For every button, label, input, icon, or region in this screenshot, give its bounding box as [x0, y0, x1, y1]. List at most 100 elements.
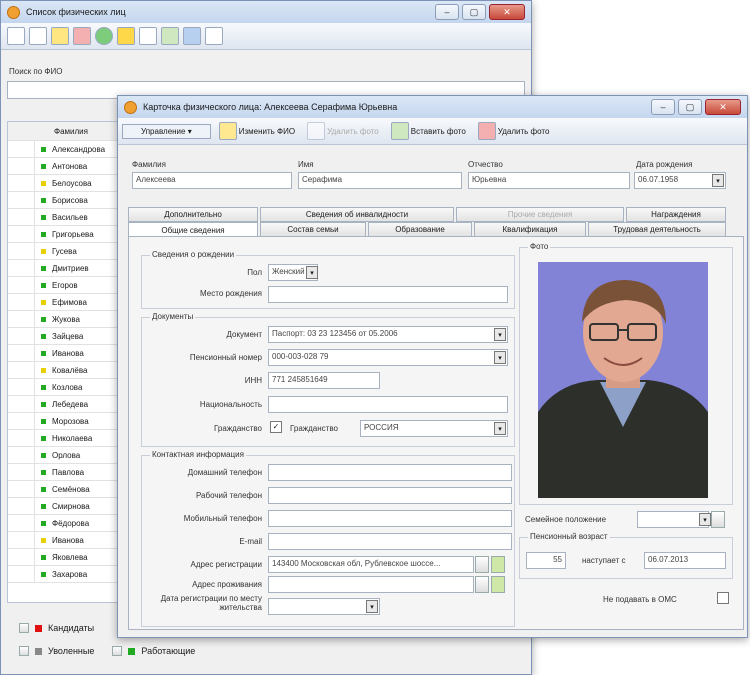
row-selector[interactable]: [8, 175, 35, 191]
actions-menu[interactable]: Управление ▾: [122, 123, 211, 139]
marital-status-clear-button[interactable]: [711, 511, 725, 528]
sex-dropdown[interactable]: ▾: [306, 266, 318, 279]
row-selector[interactable]: [8, 226, 35, 242]
row-selector[interactable]: [8, 532, 35, 548]
retirement-date-field[interactable]: 06.07.2013: [644, 552, 726, 569]
row-selector[interactable]: [8, 328, 35, 344]
delete-photo-button[interactable]: Удалить фото: [498, 127, 550, 136]
row-selector[interactable]: [8, 498, 35, 514]
document-field[interactable]: Паспорт: 03 23 123456 от 05.2006: [268, 326, 508, 343]
minimize-button[interactable]: ‒: [435, 4, 459, 20]
reg-address-clear-button[interactable]: [475, 556, 489, 573]
close-button[interactable]: ✕: [489, 4, 525, 20]
country-field[interactable]: РОССИЯ: [360, 420, 508, 437]
tab-bottom-0[interactable]: Общие сведения: [128, 222, 258, 237]
row-selector[interactable]: [8, 192, 35, 208]
users-icon[interactable]: [183, 27, 201, 45]
row-selector[interactable]: [8, 243, 35, 259]
row-selector[interactable]: [8, 413, 35, 429]
reg-address-edit-icon[interactable]: [491, 556, 505, 573]
home-phone-field[interactable]: [268, 464, 512, 481]
birth-date-dropdown[interactable]: ▾: [712, 174, 724, 187]
filter-icon[interactable]: [117, 27, 135, 45]
oms-label: Не подавать в ОМС: [603, 595, 677, 604]
tab-top-1[interactable]: Сведения об инвалидности: [260, 207, 454, 222]
maximize-button[interactable]: ▢: [462, 4, 486, 20]
export-icon[interactable]: [161, 27, 179, 45]
row-selector[interactable]: [8, 464, 35, 480]
legend-checkbox[interactable]: [19, 646, 29, 656]
mobile-phone-field[interactable]: [268, 510, 512, 527]
row-selector[interactable]: [8, 294, 35, 310]
row-selector[interactable]: [8, 260, 35, 276]
row-selector[interactable]: [8, 277, 35, 293]
row-selector[interactable]: [8, 141, 35, 157]
row-selector[interactable]: [8, 549, 35, 565]
edit-icon[interactable]: [51, 27, 69, 45]
close-button[interactable]: ✕: [705, 99, 741, 115]
legend-checkbox[interactable]: [112, 646, 123, 656]
last-name-field[interactable]: Алексеева: [132, 172, 292, 189]
new-icon[interactable]: [7, 27, 25, 45]
row-selector[interactable]: [8, 515, 35, 531]
refresh-icon[interactable]: [95, 27, 113, 45]
status-dot: [41, 180, 46, 186]
legend-checkbox[interactable]: [19, 623, 29, 633]
row-selector[interactable]: [8, 566, 35, 582]
nationality-field[interactable]: [268, 396, 508, 413]
copy-icon[interactable]: [29, 27, 47, 45]
row-selector[interactable]: [8, 379, 35, 395]
reg-address-field[interactable]: 143400 Московская обл, Рублевское шоссе.…: [268, 556, 474, 573]
maximize-button[interactable]: ▢: [678, 99, 702, 115]
column-header-name[interactable]: Фамилия: [54, 127, 88, 136]
document-dropdown[interactable]: ▾: [494, 328, 506, 341]
tab-bottom-3[interactable]: Квалификация: [474, 222, 586, 237]
tab-bottom-2[interactable]: Образование: [368, 222, 472, 237]
status-dot: [41, 452, 46, 458]
row-selector[interactable]: [8, 158, 35, 174]
tab-top-3[interactable]: Награждения: [626, 207, 726, 222]
pension-field[interactable]: 000-003-028 79: [268, 349, 508, 366]
remove-photo-button[interactable]: Удалить фото: [327, 127, 379, 136]
reg-date-dropdown[interactable]: ▾: [366, 600, 378, 613]
email-field[interactable]: [268, 533, 512, 550]
middle-name-field[interactable]: Юрьевна: [468, 172, 630, 189]
live-address-field[interactable]: [268, 576, 474, 593]
row-selector[interactable]: [8, 481, 35, 497]
reg-date-field[interactable]: [268, 598, 380, 615]
rename-button[interactable]: Изменить ФИО: [239, 127, 295, 136]
citizenship-checkbox[interactable]: ✓: [270, 421, 282, 433]
row-selector[interactable]: [8, 362, 35, 378]
live-address-edit-icon[interactable]: [491, 576, 505, 593]
status-dot: [41, 350, 46, 356]
row-selector[interactable]: [8, 311, 35, 327]
settings-icon[interactable]: [205, 27, 223, 45]
oms-checkbox[interactable]: [717, 592, 729, 604]
row-selector[interactable]: [8, 447, 35, 463]
minimize-button[interactable]: ‒: [651, 99, 675, 115]
country-dropdown[interactable]: ▾: [494, 422, 506, 435]
live-address-clear-button[interactable]: [475, 576, 489, 593]
delete-icon[interactable]: [73, 27, 91, 45]
inn-field[interactable]: 771 245851649: [268, 372, 380, 389]
tab-bottom-4[interactable]: Трудовая деятельность: [588, 222, 726, 237]
row-selector[interactable]: [8, 430, 35, 446]
pension-dropdown[interactable]: ▾: [494, 351, 506, 364]
first-name-field[interactable]: Серафима: [298, 172, 462, 189]
birthplace-field[interactable]: [268, 286, 508, 303]
marital-status-dropdown[interactable]: ▾: [699, 513, 711, 526]
row-name: Егоров: [52, 280, 78, 290]
print-icon[interactable]: [139, 27, 157, 45]
tab-top-2[interactable]: Прочие сведения: [456, 207, 624, 222]
tab-bottom-1[interactable]: Состав семьи: [260, 222, 366, 237]
row-selector[interactable]: [8, 345, 35, 361]
row-selector[interactable]: [8, 209, 35, 225]
tab-top-0[interactable]: Дополнительно: [128, 207, 258, 222]
row-name: Антонова: [52, 161, 88, 171]
row-selector[interactable]: [8, 396, 35, 412]
row-name: Яковлева: [52, 552, 88, 562]
retirement-age-field[interactable]: 55: [526, 552, 566, 569]
add-photo-button[interactable]: Вставить фото: [411, 127, 466, 136]
legend-green-square: [128, 647, 136, 655]
work-phone-field[interactable]: [268, 487, 512, 504]
